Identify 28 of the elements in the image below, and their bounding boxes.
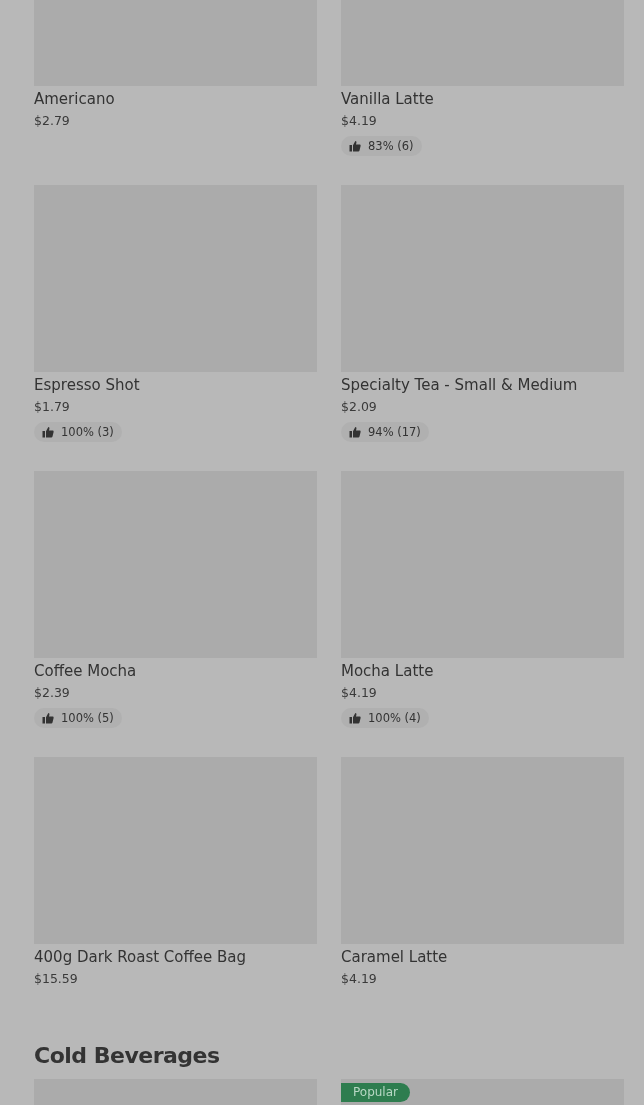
- rating-pill: 100% (4): [341, 708, 429, 728]
- item-price: $2.09: [341, 398, 377, 416]
- item-name[interactable]: Specialty Tea - Small & Medium: [341, 375, 578, 395]
- item-name[interactable]: Espresso Shot: [34, 375, 140, 395]
- thumbs-up-icon: [42, 426, 54, 438]
- section-heading: Cold Beverages: [34, 1043, 220, 1069]
- item-name[interactable]: Mocha Latte: [341, 661, 434, 681]
- rating-pill: 100% (5): [34, 708, 122, 728]
- rating-pill: 100% (3): [34, 422, 122, 442]
- thumbs-up-icon: [349, 426, 361, 438]
- item-name[interactable]: 400g Dark Roast Coffee Bag: [34, 947, 247, 967]
- rating-pill: 83% (6): [341, 136, 422, 156]
- item-price: $4.19: [341, 684, 377, 702]
- item-name[interactable]: Coffee Mocha: [34, 661, 137, 681]
- item-price: $2.79: [34, 112, 70, 130]
- item-name[interactable]: Vanilla Latte: [341, 89, 434, 109]
- item-name[interactable]: Caramel Latte: [341, 947, 448, 967]
- item-price: $4.19: [341, 970, 377, 988]
- item-price: $1.79: [34, 398, 70, 416]
- thumbs-up-icon: [349, 712, 361, 724]
- thumbs-up-icon: [42, 712, 54, 724]
- thumbs-up-icon: [349, 140, 361, 152]
- popular-badge: Popular: [341, 1083, 410, 1102]
- item-price: $2.39: [34, 684, 70, 702]
- item-price: $15.59: [34, 970, 78, 988]
- item-price: $4.19: [341, 112, 377, 130]
- rating-pill: 94% (17): [341, 422, 429, 442]
- item-name[interactable]: Americano: [34, 89, 115, 109]
